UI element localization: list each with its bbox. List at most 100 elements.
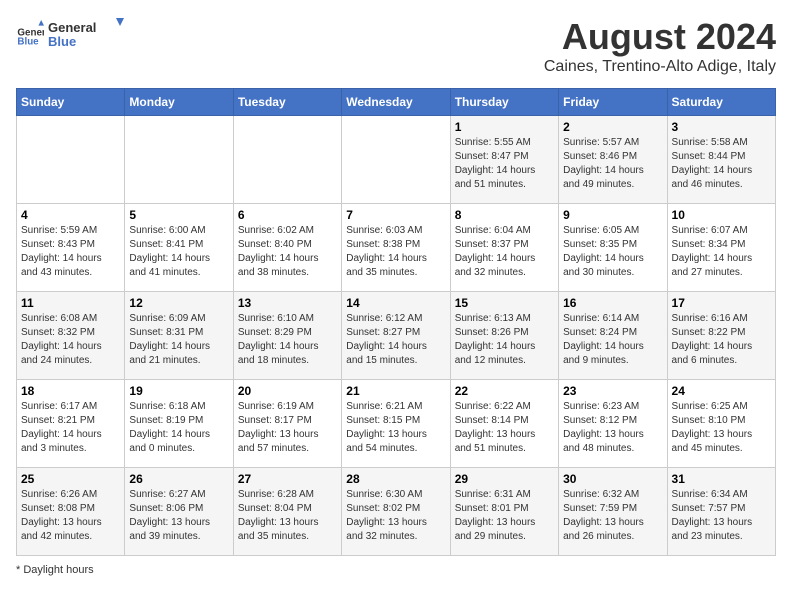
day-info: Sunrise: 5:58 AM Sunset: 8:44 PM Dayligh… [672, 136, 771, 192]
day-info: Sunrise: 6:34 AM Sunset: 7:57 PM Dayligh… [672, 488, 771, 544]
calendar: SundayMondayTuesdayWednesdayThursdayFrid… [16, 88, 776, 556]
title-area: August 2024 Caines, Trentino-Alto Adige,… [544, 16, 776, 76]
daylight-note: Daylight hours [23, 564, 93, 576]
calendar-week-row: 1 Sunrise: 5:55 AM Sunset: 8:47 PM Daylig… [17, 116, 776, 204]
table-row: 11Sunrise: 6:08 AM Sunset: 8:32 PM Dayli… [17, 292, 125, 380]
table-row: 8 Sunrise: 6:04 AM Sunset: 8:37 PM Daylig… [450, 204, 558, 292]
day-info: Sunrise: 6:13 AM Sunset: 8:26 PM Dayligh… [455, 312, 554, 368]
table-row: 17 Sunrise: 6:16 AM Sunset: 8:22 PM Dayli… [667, 292, 775, 380]
page-title: August 2024 [544, 16, 776, 58]
table-row: 6 Sunrise: 6:02 AM Sunset: 8:40 PM Daylig… [233, 204, 341, 292]
day-number: 31 [672, 472, 771, 486]
day-number: 19 [129, 384, 228, 398]
day-info: Sunrise: 6:31 AM Sunset: 8:01 PM Dayligh… [455, 488, 554, 544]
day-info: Sunrise: 6:05 AM Sunset: 8:35 PM Dayligh… [563, 224, 662, 280]
svg-text:Blue: Blue [17, 37, 39, 48]
header: General Blue General Blue August 2024 Ca… [16, 16, 776, 76]
table-row: 9 Sunrise: 6:05 AM Sunset: 8:35 PM Daylig… [559, 204, 667, 292]
day-number: 23 [563, 384, 662, 398]
day-info: Sunrise: 5:57 AM Sunset: 8:46 PM Dayligh… [563, 136, 662, 192]
day-info: Sunrise: 6:22 AM Sunset: 8:14 PM Dayligh… [455, 400, 554, 456]
day-info: Sunrise: 6:09 AM Sunset: 8:31 PM Dayligh… [129, 312, 228, 368]
day-number: 21 [346, 384, 445, 398]
table-row: 12Sunrise: 6:09 AM Sunset: 8:31 PM Dayli… [125, 292, 233, 380]
day-number: 6 [238, 208, 337, 222]
day-number: 4 [21, 208, 120, 222]
table-row: 18 Sunrise: 6:17 AM Sunset: 8:21 PM Dayli… [17, 380, 125, 468]
day-info: Sunrise: 5:59 AM Sunset: 8:43 PM Dayligh… [21, 224, 120, 280]
day-number: 3 [672, 120, 771, 134]
table-row: 27Sunrise: 6:28 AM Sunset: 8:04 PM Dayli… [233, 468, 341, 556]
table-row [342, 116, 450, 204]
table-row: 19Sunrise: 6:18 AM Sunset: 8:19 PM Dayli… [125, 380, 233, 468]
day-info: Sunrise: 6:17 AM Sunset: 8:21 PM Dayligh… [21, 400, 120, 456]
footer-note: * Daylight hours [16, 564, 776, 576]
day-number: 27 [238, 472, 337, 486]
day-number: 25 [21, 472, 120, 486]
day-number: 9 [563, 208, 662, 222]
calendar-day-header: Friday [559, 89, 667, 116]
day-info: Sunrise: 6:02 AM Sunset: 8:40 PM Dayligh… [238, 224, 337, 280]
table-row: 25 Sunrise: 6:26 AM Sunset: 8:08 PM Dayli… [17, 468, 125, 556]
table-row: 22 Sunrise: 6:22 AM Sunset: 8:14 PM Dayli… [450, 380, 558, 468]
logo: General Blue General Blue [16, 16, 128, 52]
calendar-week-row: 25 Sunrise: 6:26 AM Sunset: 8:08 PM Dayli… [17, 468, 776, 556]
table-row: 10 Sunrise: 6:07 AM Sunset: 8:34 PM Dayli… [667, 204, 775, 292]
day-info: Sunrise: 6:14 AM Sunset: 8:24 PM Dayligh… [563, 312, 662, 368]
logo-text: General Blue [48, 16, 128, 52]
table-row: 14Sunrise: 6:12 AM Sunset: 8:27 PM Dayli… [342, 292, 450, 380]
calendar-week-row: 18 Sunrise: 6:17 AM Sunset: 8:21 PM Dayli… [17, 380, 776, 468]
day-info: Sunrise: 6:04 AM Sunset: 8:37 PM Dayligh… [455, 224, 554, 280]
day-number: 10 [672, 208, 771, 222]
day-info: Sunrise: 6:23 AM Sunset: 8:12 PM Dayligh… [563, 400, 662, 456]
day-info: Sunrise: 6:16 AM Sunset: 8:22 PM Dayligh… [672, 312, 771, 368]
table-row: 28Sunrise: 6:30 AM Sunset: 8:02 PM Dayli… [342, 468, 450, 556]
table-row: 20 Sunrise: 6:19 AM Sunset: 8:17 PM Dayli… [233, 380, 341, 468]
table-row: 29Sunrise: 6:31 AM Sunset: 8:01 PM Dayli… [450, 468, 558, 556]
table-row: 4 Sunrise: 5:59 AM Sunset: 8:43 PM Daylig… [17, 204, 125, 292]
day-number: 8 [455, 208, 554, 222]
svg-text:General: General [48, 20, 96, 35]
table-row: 24Sunrise: 6:25 AM Sunset: 8:10 PM Dayli… [667, 380, 775, 468]
calendar-day-header: Sunday [17, 89, 125, 116]
calendar-week-row: 4 Sunrise: 5:59 AM Sunset: 8:43 PM Daylig… [17, 204, 776, 292]
day-info: Sunrise: 6:08 AM Sunset: 8:32 PM Dayligh… [21, 312, 120, 368]
calendar-day-header: Wednesday [342, 89, 450, 116]
day-number: 22 [455, 384, 554, 398]
day-number: 20 [238, 384, 337, 398]
svg-text:Blue: Blue [48, 34, 76, 49]
calendar-day-header: Saturday [667, 89, 775, 116]
day-info: Sunrise: 6:19 AM Sunset: 8:17 PM Dayligh… [238, 400, 337, 456]
table-row: 7 Sunrise: 6:03 AM Sunset: 8:38 PM Daylig… [342, 204, 450, 292]
day-info: Sunrise: 5:55 AM Sunset: 8:47 PM Dayligh… [455, 136, 554, 192]
day-info: Sunrise: 6:00 AM Sunset: 8:41 PM Dayligh… [129, 224, 228, 280]
table-row [233, 116, 341, 204]
day-info: Sunrise: 6:30 AM Sunset: 8:02 PM Dayligh… [346, 488, 445, 544]
day-number: 1 [455, 120, 554, 134]
table-row [17, 116, 125, 204]
table-row: 26Sunrise: 6:27 AM Sunset: 8:06 PM Dayli… [125, 468, 233, 556]
day-number: 24 [672, 384, 771, 398]
day-number: 7 [346, 208, 445, 222]
day-number: 17 [672, 296, 771, 310]
day-number: 30 [563, 472, 662, 486]
table-row: 2Sunrise: 5:57 AM Sunset: 8:46 PM Daylig… [559, 116, 667, 204]
calendar-day-header: Thursday [450, 89, 558, 116]
day-number: 16 [563, 296, 662, 310]
day-info: Sunrise: 6:32 AM Sunset: 7:59 PM Dayligh… [563, 488, 662, 544]
table-row: 23 Sunrise: 6:23 AM Sunset: 8:12 PM Dayli… [559, 380, 667, 468]
day-info: Sunrise: 6:03 AM Sunset: 8:38 PM Dayligh… [346, 224, 445, 280]
table-row: 21 Sunrise: 6:21 AM Sunset: 8:15 PM Dayli… [342, 380, 450, 468]
table-row: 15Sunrise: 6:13 AM Sunset: 8:26 PM Dayli… [450, 292, 558, 380]
day-info: Sunrise: 6:21 AM Sunset: 8:15 PM Dayligh… [346, 400, 445, 456]
table-row: 3 Sunrise: 5:58 AM Sunset: 8:44 PM Daylig… [667, 116, 775, 204]
day-number: 18 [21, 384, 120, 398]
table-row: 1 Sunrise: 5:55 AM Sunset: 8:47 PM Daylig… [450, 116, 558, 204]
day-info: Sunrise: 6:12 AM Sunset: 8:27 PM Dayligh… [346, 312, 445, 368]
day-info: Sunrise: 6:26 AM Sunset: 8:08 PM Dayligh… [21, 488, 120, 544]
table-row: 31 Sunrise: 6:34 AM Sunset: 7:57 PM Dayli… [667, 468, 775, 556]
day-info: Sunrise: 6:07 AM Sunset: 8:34 PM Dayligh… [672, 224, 771, 280]
calendar-header-row: SundayMondayTuesdayWednesdayThursdayFrid… [17, 89, 776, 116]
calendar-week-row: 11Sunrise: 6:08 AM Sunset: 8:32 PM Dayli… [17, 292, 776, 380]
day-number: 5 [129, 208, 228, 222]
